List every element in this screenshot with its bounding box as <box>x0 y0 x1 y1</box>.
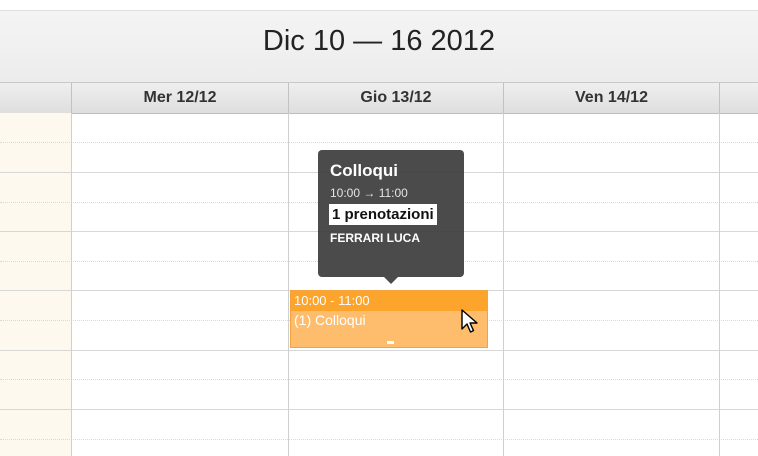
day-column-line <box>719 113 720 456</box>
hour-line <box>0 409 758 410</box>
date-range-title: Dic 10 — 16 2012 <box>262 25 496 57</box>
event-title: (1) Colloqui <box>294 312 366 328</box>
day-header-thu[interactable]: Gio 13/12 <box>289 83 503 113</box>
calendar-event[interactable]: 10:00 - 11:00 (1) Colloqui <box>290 290 488 348</box>
event-time: 10:00 - 11:00 <box>291 291 487 311</box>
hour-line <box>0 350 758 351</box>
mouse-pointer-icon <box>461 309 478 333</box>
half-hour-line <box>0 379 758 380</box>
tooltip-bookings-badge: 1 prenotazioni <box>329 204 437 225</box>
resize-handle[interactable] <box>387 341 394 344</box>
tooltip-time: 10:00 → 11:00 <box>330 186 408 200</box>
tooltip-title: Colloqui <box>330 161 398 180</box>
header-separator <box>719 83 720 113</box>
time-gutter <box>0 113 71 456</box>
half-hour-line <box>0 439 758 440</box>
day-column-line <box>503 113 504 456</box>
day-column-line <box>71 113 72 456</box>
calendar-title-bar: Dic 10 — 16 2012 <box>0 10 758 83</box>
half-hour-line <box>0 142 758 143</box>
day-column-line <box>288 113 289 456</box>
event-tooltip: Colloqui 10:00 → 11:00 1 prenotazioni FE… <box>318 150 464 284</box>
tooltip-person: FERRARI LUCA <box>330 231 420 245</box>
day-header-row: Mer 12/12 Gio 13/12 Ven 14/12 <box>0 82 758 114</box>
day-header-fri[interactable]: Ven 14/12 <box>504 83 719 113</box>
day-header-wed[interactable]: Mer 12/12 <box>72 83 288 113</box>
